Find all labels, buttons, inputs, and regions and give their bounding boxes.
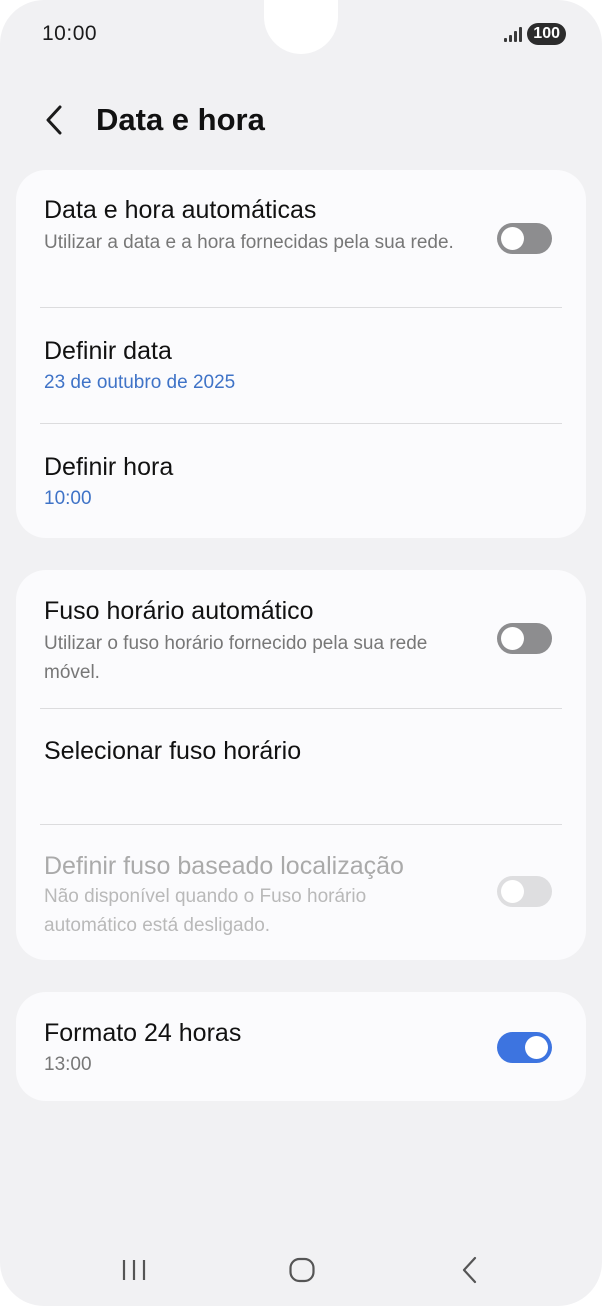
toggle-knob [501, 880, 524, 903]
format24-row[interactable]: Formato 24 horas 13:00 [16, 992, 586, 1101]
auto-timezone-title: Fuso horário automático [44, 597, 314, 625]
set-time-title: Definir hora [44, 453, 174, 481]
timezone-card: Fuso horário automático Utilizar o fuso … [16, 570, 586, 960]
chevron-left-icon [46, 105, 62, 135]
home-button[interactable] [280, 1250, 324, 1290]
back-arrow-icon [462, 1256, 477, 1284]
toggle-knob [501, 227, 524, 250]
set-date-row[interactable]: Definir data 23 de outubro de 2025 [16, 308, 586, 423]
format24-toggle[interactable] [497, 1032, 552, 1063]
recent-apps-icon [122, 1260, 146, 1280]
back-nav-button[interactable] [448, 1250, 492, 1290]
set-date-title: Definir data [44, 337, 172, 365]
set-date-value: 23 de outubro de 2025 [44, 372, 236, 393]
auto-datetime-toggle[interactable] [497, 223, 552, 254]
page-title: Data e hora [96, 102, 265, 137]
navigation-bar [0, 1240, 602, 1300]
select-timezone-title: Selecionar fuso horário [44, 737, 302, 765]
auto-timezone-subtitle: Utilizar o fuso horário fornecido pela s… [44, 633, 428, 683]
auto-timezone-row[interactable]: Fuso horário automático Utilizar o fuso … [16, 570, 586, 708]
format24-subtitle: 13:00 [44, 1054, 92, 1075]
signal-icon [504, 26, 523, 42]
location-timezone-toggle [497, 876, 552, 907]
back-button[interactable] [44, 96, 78, 144]
home-icon [289, 1257, 315, 1283]
set-time-value: 10:00 [44, 488, 92, 509]
location-timezone-subtitle: Não disponível quando o Fuso horário aut… [44, 886, 367, 936]
location-timezone-title: Definir fuso baseado localização [44, 852, 404, 880]
auto-timezone-toggle[interactable] [497, 623, 552, 654]
status-time: 10:00 [42, 22, 98, 45]
status-icons: 100 [504, 23, 566, 45]
toggle-knob [501, 627, 524, 650]
battery-badge: 100 [527, 23, 566, 45]
app-header: Data e hora [44, 96, 265, 144]
camera-notch [264, 0, 338, 54]
toggle-knob [525, 1036, 548, 1059]
auto-datetime-subtitle: Utilizar a data e a hora fornecidas pela… [44, 232, 454, 253]
auto-datetime-row[interactable]: Data e hora automáticas Utilizar a data … [16, 170, 586, 307]
recent-apps-button[interactable] [112, 1250, 156, 1290]
auto-datetime-title: Data e hora automáticas [44, 196, 317, 224]
phone-screen: 10:00 100 Data e hora Data e hora automá… [0, 0, 602, 1306]
date-time-card: Data e hora automáticas Utilizar a data … [16, 170, 586, 538]
format24-title: Formato 24 horas [44, 1019, 242, 1047]
format-card: Formato 24 horas 13:00 [16, 992, 586, 1101]
location-timezone-row: Definir fuso baseado localização Não dis… [16, 825, 586, 960]
select-timezone-row[interactable]: Selecionar fuso horário [16, 709, 586, 824]
set-time-row[interactable]: Definir hora 10:00 [16, 424, 586, 538]
